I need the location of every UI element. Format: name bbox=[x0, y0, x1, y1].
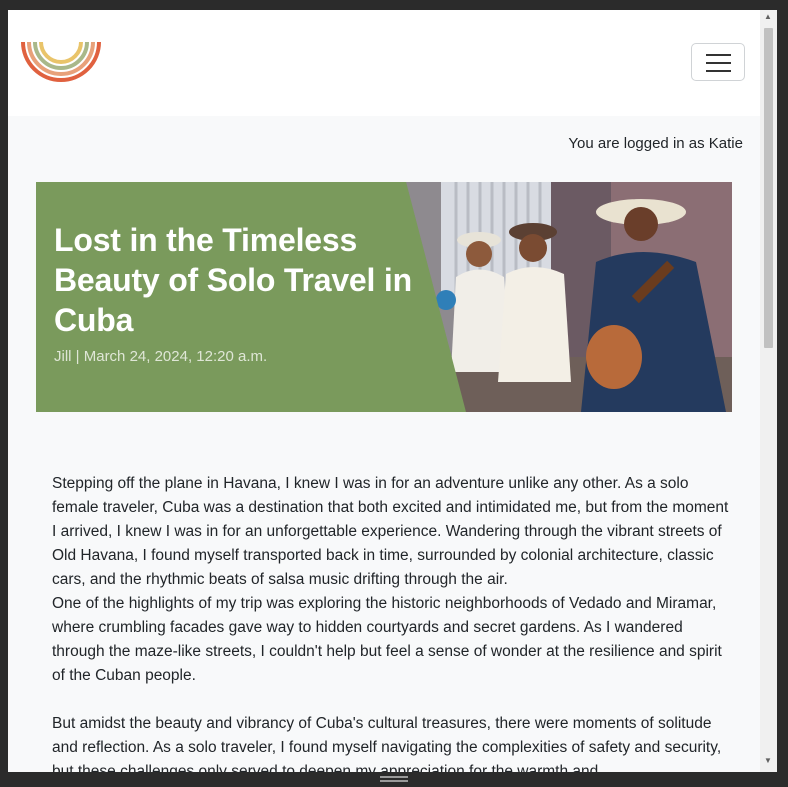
post-hero-banner: Lost in the Timeless Beauty of Solo Trav… bbox=[36, 182, 732, 412]
navbar bbox=[8, 10, 760, 116]
resize-grip-icon[interactable] bbox=[380, 776, 408, 784]
post-paragraph: But amidst the beauty and vibrancy of Cu… bbox=[52, 715, 722, 772]
browser-viewport: You are logged in as Katie Lost in the T… bbox=[8, 10, 760, 772]
menu-toggle-button[interactable] bbox=[691, 43, 745, 81]
login-status-text: You are logged in as Katie bbox=[568, 135, 743, 152]
post-title: Lost in the Timeless Beauty of Solo Trav… bbox=[54, 222, 412, 338]
post-paragraph: Stepping off the plane in Havana, I knew… bbox=[52, 475, 729, 684]
post-body: Stepping off the plane in Havana, I knew… bbox=[52, 472, 732, 772]
scroll-thumb[interactable] bbox=[764, 28, 773, 348]
post-meta: Jill | March 24, 2024, 12:20 a.m. bbox=[54, 348, 268, 365]
scroll-down-arrow-icon[interactable]: ▼ bbox=[764, 756, 772, 765]
scroll-up-arrow-icon[interactable]: ▲ bbox=[764, 12, 772, 21]
rainbow-arch-logo-icon[interactable] bbox=[21, 42, 101, 86]
vertical-scrollbar[interactable]: ▲ ▼ bbox=[760, 10, 777, 772]
